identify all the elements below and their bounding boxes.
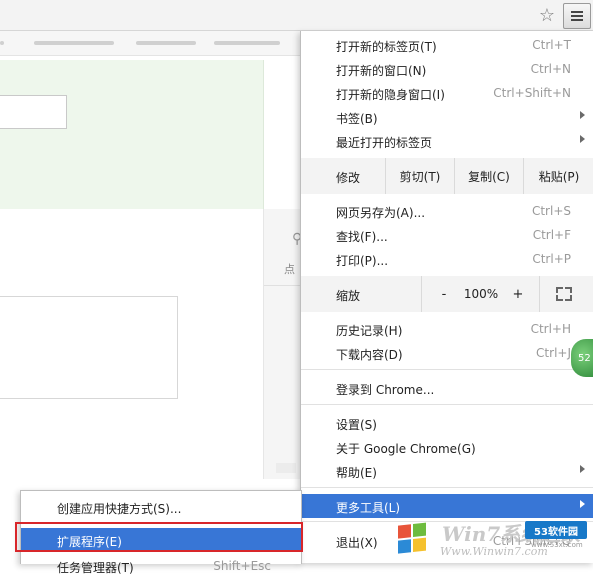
menu-item-new-incognito-window[interactable]: 打开新的隐身窗口(I) Ctrl+Shift+N [301,81,593,105]
brand-watermark-url: www.53xt.com [531,541,583,549]
submenu-item-task-manager[interactable]: 任务管理器(T) Shift+Esc [21,554,301,578]
menu-item-more-tools[interactable]: 更多工具(L) [301,494,593,518]
menu-item-new-tab[interactable]: 打开新的标签页(T) Ctrl+T [301,33,593,57]
menu-item-sign-in[interactable]: 登录到 Chrome... [301,376,593,400]
bookmark-star-icon[interactable]: ☆ [536,5,558,27]
brand-watermark: 53软件园 [525,521,587,539]
page-header-panel [0,60,264,209]
submenu-arrow-icon [580,465,585,473]
menu-item-new-window[interactable]: 打开新的窗口(N) Ctrl+N [301,57,593,81]
menu-item-recent-tabs[interactable]: 最近打开的标签页 [301,129,593,153]
fullscreen-icon[interactable] [556,287,572,301]
zoom-row: 缩放 - 100% + [301,276,593,312]
extension-badge[interactable]: 52 [571,339,593,377]
menu-item-downloads[interactable]: 下载内容(D) Ctrl+J [301,341,593,365]
page-search-box[interactable] [0,95,67,129]
menu-item-find[interactable]: 查找(F)... Ctrl+F [301,223,593,247]
submenu-arrow-icon [580,111,585,119]
menu-item-save-page-as[interactable]: 网页另存为(A)... Ctrl+S [301,199,593,223]
submenu-arrow-icon [580,135,585,143]
copy-button[interactable]: 复制(C) [455,158,523,194]
menu-item-history[interactable]: 历史记录(H) Ctrl+H [301,317,593,341]
zoom-level: 100% [463,287,499,301]
menu-item-help[interactable]: 帮助(E) [301,459,593,483]
side-hint-text: 点 [284,263,295,276]
zoom-label: 缩放 [336,289,361,303]
edit-row: 修改 剪切(T) 复制(C) 粘贴(P) [301,158,593,194]
bookmarks-bar [0,31,300,56]
edit-label: 修改 [336,171,361,185]
cut-button[interactable]: 剪切(T) [386,158,454,194]
chrome-menu-button[interactable] [563,3,591,29]
page-content-block [0,296,178,399]
menu-item-bookmarks[interactable]: 书签(B) [301,105,593,129]
menu-item-settings[interactable]: 设置(S) [301,411,593,435]
submenu-arrow-icon [580,500,585,508]
zoom-in-button[interactable]: + [505,276,531,312]
menu-item-about-chrome[interactable]: 关于 Google Chrome(G) [301,435,593,459]
windows-logo-icon [398,522,428,555]
chrome-main-menu: 打开新的标签页(T) Ctrl+T 打开新的窗口(N) Ctrl+N 打开新的隐… [300,31,593,563]
paste-button[interactable]: 粘贴(P) [524,158,593,194]
hamburger-menu-icon [571,11,583,21]
more-tools-submenu: 创建应用快捷方式(S)... 扩展程序(E) 任务管理器(T) Shift+Es… [20,490,302,575]
zoom-out-button[interactable]: - [431,276,457,312]
page-side-column: ⚲ 点 [263,209,302,479]
browser-toolbar: ☆ [0,0,593,31]
submenu-item-extensions[interactable]: 扩展程序(E) [21,528,301,552]
submenu-item-create-shortcut[interactable]: 创建应用快捷方式(S)... [21,495,301,519]
menu-item-print[interactable]: 打印(P)... Ctrl+P [301,247,593,271]
